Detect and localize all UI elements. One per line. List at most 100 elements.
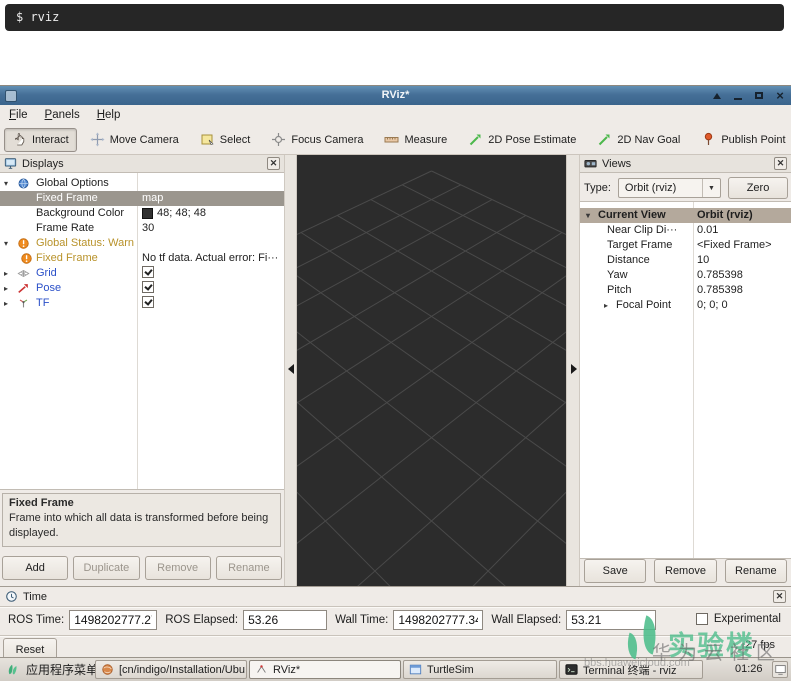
displays-close-icon[interactable]: ✕ [267,157,280,170]
views-row-target-frame[interactable]: Target Frame<Fixed Frame> [580,238,791,253]
task-turtlesim[interactable]: TurtleSim [403,660,557,679]
tool-focus-camera[interactable]: Focus Camera [263,128,371,152]
property-value[interactable]: 0; 0; 0 [697,298,789,313]
time-field-input-wall-elapsed[interactable] [566,610,656,630]
expander-icon[interactable]: ▸ [4,296,14,311]
views-row-distance[interactable]: Distance10 [580,253,791,268]
expander-icon[interactable]: ▸ [604,298,614,313]
green-arrow-icon [468,132,483,147]
time-field-input-wall-time[interactable] [393,610,483,630]
show-desktop-button[interactable] [772,661,788,678]
displays-row-tf[interactable]: ▸TF [0,296,284,311]
task-label: RViz* [273,664,300,676]
close-button[interactable]: × [774,90,786,102]
views-row-near-clip-di[interactable]: Near Clip Di···0.01 [580,223,791,238]
property-value[interactable]: 48; 48; 48 [142,206,282,221]
expander-icon[interactable]: ▾ [4,176,14,191]
menu-panels[interactable]: Panels [43,107,82,123]
view-type-dropdown[interactable]: Orbit (rviz) ▼ [618,178,721,198]
left-panel-splitter[interactable] [284,155,297,586]
task-rviz[interactable]: RViz* [249,660,401,679]
property-value[interactable]: 0.785398 [697,268,789,283]
views-panel-title: Views [602,158,769,170]
property-value[interactable]: 0.01 [697,223,789,238]
views-remove-button[interactable]: Remove [654,559,716,583]
displays-row-global-options[interactable]: ▾Global Options [0,176,284,191]
tool-2d-pose-estimate[interactable]: 2D Pose Estimate [460,128,584,152]
views-rename-button[interactable]: Rename [725,559,787,583]
views-close-icon[interactable]: ✕ [774,157,787,170]
terminal-bar[interactable]: $ rviz [5,4,784,31]
time-panel-title: Time [23,591,47,603]
enabled-checkbox[interactable] [142,266,154,278]
maximize-icon [755,92,763,99]
expander-icon[interactable]: ▾ [4,236,14,251]
property-value[interactable] [142,296,282,308]
menu-file[interactable]: File [7,107,30,123]
green-arrow-icon [597,132,612,147]
color-swatch [142,208,153,219]
menubar: File Panels Help [0,105,791,125]
displays-row-fixed-frame[interactable]: Fixed Framemap [0,191,284,206]
tool-select[interactable]: Select [192,128,259,152]
enabled-checkbox[interactable] [142,281,154,293]
3d-viewport[interactable] [297,155,566,586]
property-value[interactable]: 10 [697,253,789,268]
tf-icon [17,297,30,310]
property-value[interactable]: Orbit (rviz) [697,208,789,223]
displays-row-grid[interactable]: ▸ Grid [0,266,284,281]
shade-button[interactable] [711,90,723,102]
experimental-checkbox[interactable] [696,613,708,625]
3d-grid [297,155,566,586]
view-type-value: Orbit (rviz) [625,182,676,194]
property-name: Grid [36,266,57,281]
pin-icon [701,132,716,147]
displays-add-button[interactable]: Add [2,556,68,580]
views-row-focal-point[interactable]: ▸Focal Point0; 0; 0 [580,298,791,313]
displays-row-fixed-frame[interactable]: Fixed FrameNo tf data. Actual error: Fi·… [0,251,284,266]
views-save-button[interactable]: Save [584,559,646,583]
time-field-input-ros-elapsed[interactable] [243,610,327,630]
tool-measure[interactable]: Measure [376,128,455,152]
tool-move-camera[interactable]: Move Camera [82,128,187,152]
views-tree: ▾Current ViewOrbit (rviz)Near Clip Di···… [580,201,791,559]
maximize-button[interactable] [753,90,765,102]
leaf-logo-icon [6,663,19,676]
views-row-yaw[interactable]: Yaw0.785398 [580,268,791,283]
time-close-icon[interactable]: ✕ [773,590,786,603]
displays-row-background-color[interactable]: Background Color48; 48; 48 [0,206,284,221]
property-value[interactable]: 30 [142,221,282,236]
enabled-checkbox[interactable] [142,296,154,308]
property-value[interactable]: <Fixed Frame> [697,238,789,253]
expander-icon[interactable]: ▾ [586,208,596,223]
minimize-button[interactable] [732,90,744,102]
collapse-left-icon[interactable] [288,364,294,374]
zero-button[interactable]: Zero [728,177,788,199]
property-value[interactable]: No tf data. Actual error: Fi··· [142,251,282,266]
value-text: 30 [142,221,154,236]
tool-2d-nav-goal[interactable]: 2D Nav Goal [589,128,688,152]
tool-publish-point[interactable]: Publish Point [693,128,791,152]
applications-menu[interactable]: 应用程序菜单 [6,658,98,681]
displays-row-global-status-warn[interactable]: ▾Global Status: Warn [0,236,284,251]
collapse-right-icon[interactable] [571,364,577,374]
task-cn-indigo-installation-ubu[interactable]: [cn/indigo/Installation/Ubu··· [95,660,247,679]
expander-icon[interactable]: ▸ [4,281,14,296]
task-terminal-rviz[interactable]: Terminal 终端 - rviz [559,660,703,679]
titlebar[interactable]: RViz* × [0,86,791,105]
right-panel-splitter[interactable] [566,155,580,586]
shade-icon [713,93,721,99]
displays-row-pose[interactable]: ▸Pose [0,281,284,296]
property-value[interactable]: 0.785398 [697,283,789,298]
tool-interact[interactable]: Interact [4,128,77,152]
chevron-down-icon: ▼ [702,179,720,197]
displays-row-frame-rate[interactable]: Frame Rate30 [0,221,284,236]
property-value[interactable] [142,266,282,278]
menu-help[interactable]: Help [95,107,123,123]
views-row-current-view[interactable]: ▾Current ViewOrbit (rviz) [580,208,791,223]
views-row-pitch[interactable]: Pitch0.785398 [580,283,791,298]
property-help-box: Fixed Frame Frame into which all data is… [2,493,281,547]
expander-icon[interactable]: ▸ [4,266,14,281]
time-field-input-ros-time[interactable] [69,610,157,630]
property-value[interactable] [142,281,282,293]
